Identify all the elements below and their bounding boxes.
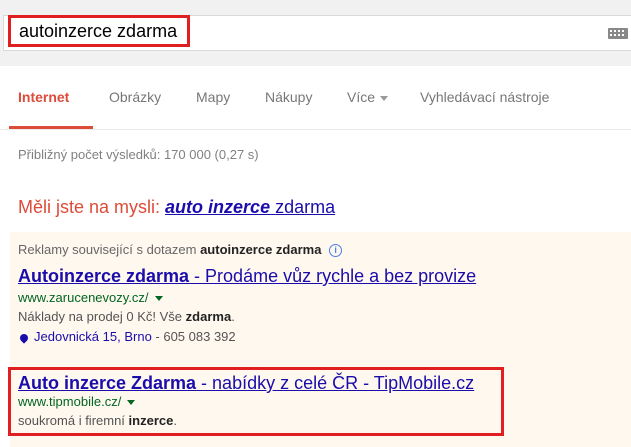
did-you-mean-label: Měli jste na mysli: [18,197,161,217]
ad-desc-bold: zdarma [185,309,232,324]
ads-header-query: autoinzerce zdarma [200,242,322,257]
info-icon[interactable]: i [329,244,343,258]
result-stats: Přibližný počet výsledků: 170 000 (0,27 … [18,147,259,162]
ad-highlight-box [8,367,504,436]
divider [0,129,631,130]
ad-location: Jedovnická 15, Brno - 605 083 392 [18,329,236,344]
search-query-highlight[interactable]: autoinzerce zdarma [8,15,190,47]
tab-images[interactable]: Obrázky [109,89,161,105]
tab-more-label[interactable]: Více [347,89,375,105]
ad-title-link[interactable]: Autoinzerce zdarma - Prodáme vůz rychle … [18,266,476,287]
dropdown-arrow-icon[interactable] [154,296,163,302]
suggestion-rest[interactable]: zdarma [275,197,335,217]
ad-phone: - 605 083 392 [151,329,236,344]
ad-title-rest[interactable]: - Prodáme vůz rychle a bez provize [189,266,476,286]
search-header: autoinzerce zdarma [0,0,631,66]
tab-maps[interactable]: Mapy [196,89,230,105]
ad-url-text: www.zarucenevozy.cz/ [18,290,149,305]
did-you-mean-suggestion[interactable]: auto inzerce zdarma [165,197,335,217]
tab-more[interactable]: Více [347,89,389,105]
map-pin-icon [18,331,30,344]
search-query-text[interactable]: autoinzerce zdarma [19,21,177,41]
tab-shopping[interactable]: Nákupy [265,89,312,105]
chevron-down-icon [380,95,389,101]
ad-url: www.zarucenevozy.cz/ [18,290,163,305]
ad-desc-suffix: . [231,309,235,324]
ad-address-link[interactable]: Jedovnická 15, Brno [34,329,152,344]
ad-title-bold[interactable]: Autoinzerce zdarma [18,266,189,286]
tab-internet[interactable]: Internet [18,89,69,105]
ad-description: Náklady na prodej 0 Kč! Vše zdarma. [18,309,235,324]
ads-header: Reklamy související s dotazem autoinzerc… [18,242,343,258]
search-tabs: Internet Obrázky Mapy Nákupy Více Vyhled… [0,66,631,130]
did-you-mean: Měli jste na mysli: auto inzerce zdarma [18,197,335,218]
ad-desc-text: Náklady na prodej 0 Kč! Vše [18,309,186,324]
suggestion-bold[interactable]: auto inzerce [165,197,270,217]
ads-header-prefix: Reklamy související s dotazem [18,242,197,257]
tab-search-tools[interactable]: Vyhledávací nástroje [420,89,549,105]
keyboard-icon[interactable] [608,28,628,39]
